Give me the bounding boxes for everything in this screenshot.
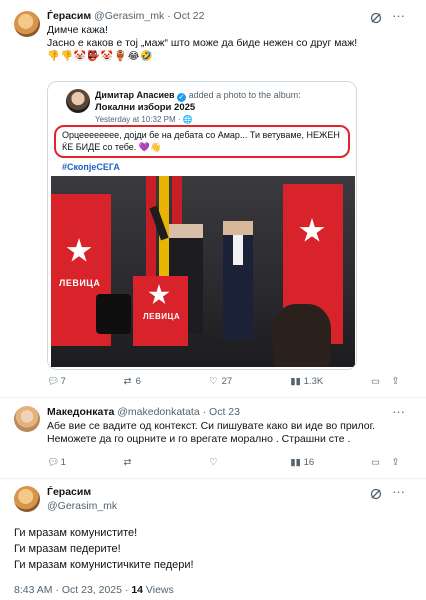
views-label: Views bbox=[143, 584, 174, 596]
author-name[interactable]: Ѓерасим bbox=[47, 10, 91, 22]
more-icon[interactable]: ··· bbox=[392, 8, 405, 23]
bookmark-icon: ▭ bbox=[371, 457, 380, 468]
more-icon[interactable]: ··· bbox=[392, 484, 405, 499]
retweet-icon: ⇄ bbox=[123, 457, 132, 468]
retweet-button[interactable]: ⇄ 6 bbox=[122, 376, 141, 387]
views-count: 14 bbox=[131, 584, 143, 596]
tweet-date[interactable]: · Oct 22 bbox=[167, 10, 204, 22]
views-button[interactable]: ▮▮ 16 bbox=[290, 457, 314, 468]
embed-author: Димитар Апасиев bbox=[95, 90, 175, 100]
tweet-text-line: Ги мразам комунистите! bbox=[14, 527, 138, 539]
embed-quote: Орцееееееее, дојди бе на дебата со Амар.… bbox=[62, 129, 340, 153]
tweet-text-line: Димче кажа! bbox=[47, 24, 108, 36]
author-name[interactable]: Ѓерасим bbox=[47, 486, 117, 498]
embed-time: Yesterday at 10:32 PM · 🌐 bbox=[95, 115, 193, 124]
views-icon: ▮▮ bbox=[290, 376, 301, 387]
more-icon[interactable]: ··· bbox=[392, 404, 405, 419]
shirt bbox=[233, 235, 243, 265]
tweet-header: Ѓерасим @Gerasim_mk bbox=[47, 486, 117, 512]
tweet-header: Ѓерасим @Gerasim_mk · Oct 22 bbox=[47, 10, 204, 22]
reply-button[interactable]: 💬︎ 7 bbox=[47, 376, 66, 387]
embed-quote-line: ЌЕ БИДЕ со тебе. 💜👋 bbox=[62, 142, 162, 152]
reply-button[interactable]: 💬︎ 1 bbox=[47, 457, 66, 468]
tweet-actions: 💬︎ 1 ⇄ ♡ ▮▮ 16 ▭ ⇪ bbox=[0, 457, 426, 471]
tweet-text-line: Абе вие се вадите од контекст. Си пишува… bbox=[47, 420, 376, 432]
retweet-icon: ⇄ bbox=[123, 376, 132, 387]
avatar[interactable] bbox=[14, 406, 40, 432]
reply-icon: 💬︎ bbox=[47, 376, 60, 387]
embed-action: added a photo to the album: bbox=[188, 90, 301, 100]
avatar[interactable] bbox=[14, 486, 40, 512]
timestamp[interactable]: 8:43 AM · Oct 23, 2025 · bbox=[14, 584, 131, 596]
divider bbox=[0, 478, 426, 479]
bookmark-button[interactable]: ▭ bbox=[370, 457, 381, 468]
divider bbox=[0, 397, 426, 398]
embed-quote-line: Орцееееееее, дојди бе на дебата со Амар.… bbox=[62, 130, 340, 140]
like-icon: ♡ bbox=[209, 457, 218, 468]
podium bbox=[133, 276, 188, 346]
avatar[interactable] bbox=[14, 11, 40, 37]
grok-icon[interactable] bbox=[370, 488, 382, 500]
tweet-text-line: Ги мразам педерите! bbox=[14, 543, 121, 555]
cameraman-head bbox=[273, 304, 331, 367]
tweet-date[interactable]: · Oct 23 bbox=[203, 406, 240, 418]
like-button[interactable]: ♡ 27 bbox=[208, 376, 232, 387]
flag bbox=[146, 176, 156, 276]
tweet-text-line: Неможете да го оцрните и го врегате мора… bbox=[47, 433, 351, 445]
views-button[interactable]: ▮▮ 1.3K bbox=[290, 376, 323, 387]
embed-hashtag[interactable]: #СкопјеСЕГА bbox=[62, 162, 120, 172]
embed-avatar bbox=[66, 89, 90, 113]
share-button[interactable]: ⇪ bbox=[390, 376, 401, 387]
share-button[interactable]: ⇪ bbox=[390, 457, 401, 468]
tweet-text-line: Јасно е каков е тој „маж“ што може да би… bbox=[47, 37, 358, 49]
tweet-header: Македонката @makedonkatata · Oct 23 bbox=[47, 406, 240, 418]
views-icon: ▮▮ bbox=[290, 457, 301, 468]
reply-icon: 💬︎ bbox=[47, 457, 60, 468]
verified-icon: ✓ bbox=[177, 93, 187, 102]
author-handle[interactable]: @Gerasim_mk bbox=[94, 10, 164, 22]
podium-text: ЛЕВИЦА bbox=[143, 312, 181, 321]
tweet-timestamp: 8:43 AM · Oct 23, 2025 · 14 Views bbox=[14, 584, 174, 596]
grok-icon[interactable] bbox=[370, 12, 382, 24]
embed-author-line: Димитар Апасиев ✓ added a photo to the a… bbox=[95, 90, 301, 102]
bookmark-button[interactable]: ▭ bbox=[370, 376, 381, 387]
tweet-actions: 💬︎ 7 ⇄ 6 ♡ 27 ▮▮ 1.3K ▭ ⇪ bbox=[0, 376, 426, 390]
share-icon: ⇪ bbox=[391, 376, 400, 387]
tweet-text-line: Ги мразам комунистичките педери! bbox=[14, 559, 194, 571]
author-name[interactable]: Македонката bbox=[47, 406, 114, 418]
globe-icon: 🌐 bbox=[182, 115, 193, 124]
banner-text: ЛЕВИЦА bbox=[59, 278, 101, 288]
tweet-emojis: 👎👎🤡👺🤡🏺😂🤣 bbox=[47, 51, 154, 62]
like-icon: ♡ bbox=[209, 376, 218, 387]
camera bbox=[96, 294, 131, 334]
author-handle[interactable]: @Gerasim_mk bbox=[47, 500, 117, 512]
author-handle[interactable]: @makedonkatata bbox=[117, 406, 199, 418]
share-icon: ⇪ bbox=[391, 457, 400, 468]
embed-photo[interactable]: ЛЕВИЦА ЛЕВИЦА bbox=[51, 176, 355, 367]
bookmark-icon: ▭ bbox=[371, 376, 380, 387]
retweet-button[interactable]: ⇄ bbox=[122, 457, 133, 468]
embedded-photo-card[interactable]: Димитар Апасиев ✓ added a photo to the a… bbox=[47, 81, 357, 370]
embed-album: Локални избори 2025 bbox=[95, 102, 196, 113]
like-button[interactable]: ♡ bbox=[208, 457, 219, 468]
